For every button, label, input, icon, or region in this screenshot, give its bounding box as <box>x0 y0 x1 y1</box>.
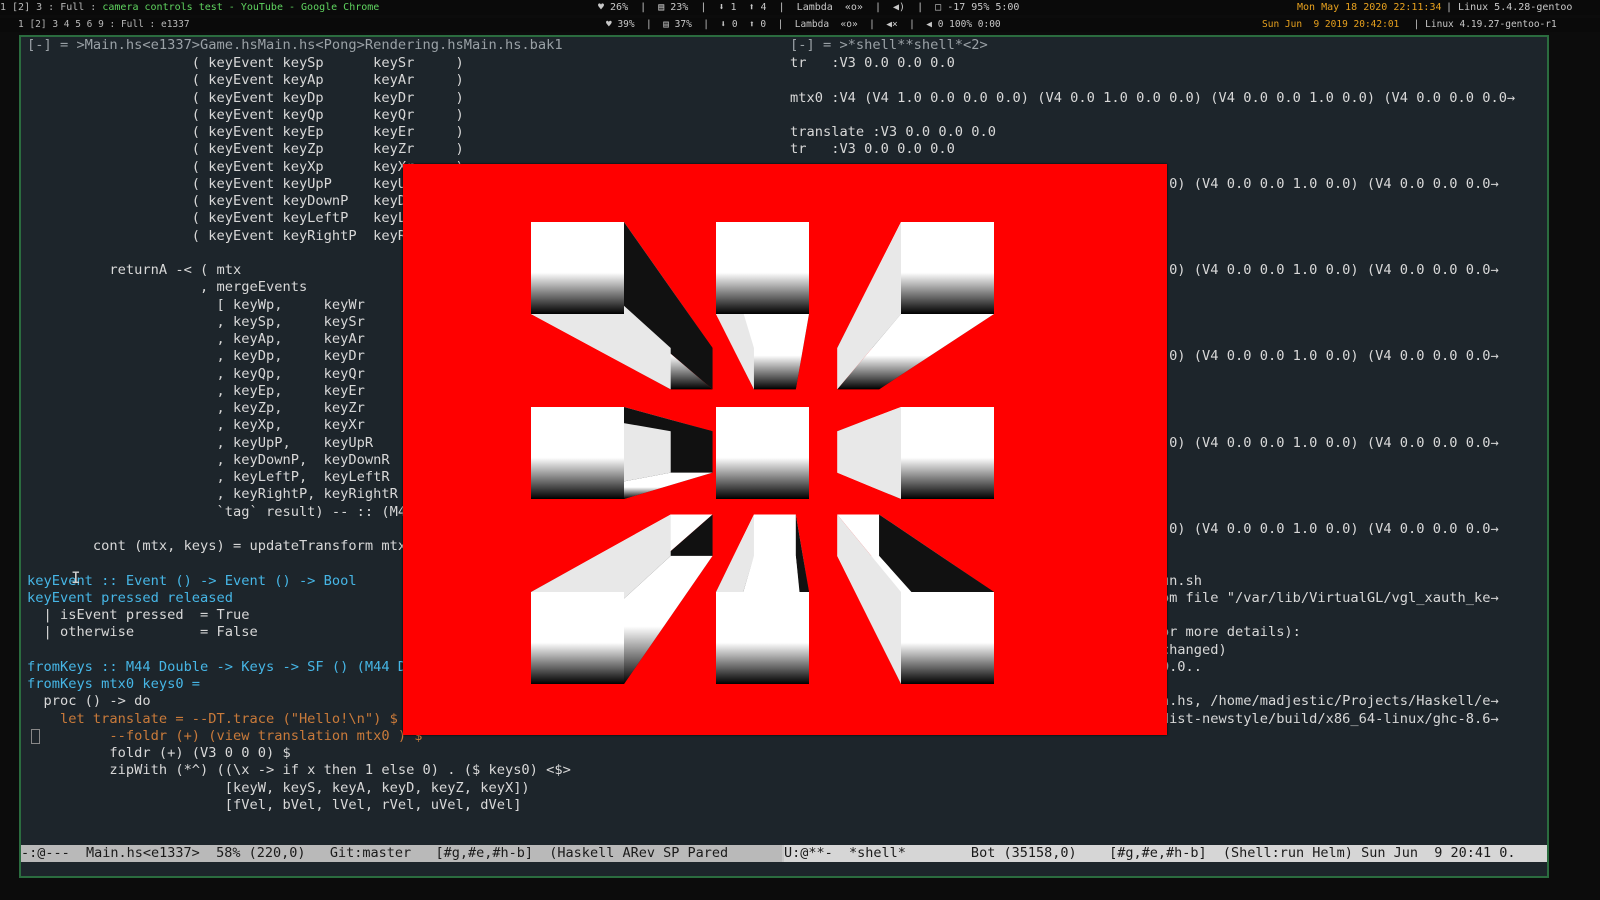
code-line: returnA -< ( mtx <box>27 262 242 278</box>
code-line: ( keyEvent keyAp keyAr ) <box>27 72 464 89</box>
game-window[interactable] <box>403 164 1167 735</box>
game-scene <box>531 222 994 684</box>
code-line: ( keyEvent keyDownP keyDownR ) <box>27 193 464 209</box>
code-line: , keyUpP, keyUpR <box>27 434 374 451</box>
workspace-indicator[interactable]: 1 [2] 3 : Full : <box>0 2 102 13</box>
cube-face <box>716 407 809 499</box>
inner-status-bar: 1 [2] 3 4 5 6 9 : Full : e1337 ♥ 39% | ▤ … <box>0 18 1600 32</box>
code-line: ( keyEvent keyXp keyXr ) <box>27 158 464 175</box>
text-cursor <box>31 729 40 744</box>
code-line: let translate = --DT.trace ("Hello!\n") … <box>27 710 398 727</box>
code-line: , keyZp, keyZr <box>27 400 365 416</box>
shell-line: tr :V3 0.0 0.0 0.0 <box>790 141 955 158</box>
code-line: ( keyEvent keyDp keyDr ) <box>27 89 464 106</box>
top-status-bar: 1 [2] 3 : Full : camera controls test - … <box>0 0 1600 15</box>
system-status: ♥ 26% | ▤ 23% | ⬇ 1 ⬆ 4 | Lambda «o» | ◀… <box>598 2 1020 13</box>
code-line: --foldr (+) (view translation mtx0 ) $ <box>27 727 423 744</box>
left-tab-header[interactable]: [-] = >Main.hs<e1337>Game.hsMain.hs<Pong… <box>27 37 563 54</box>
mouse-ibeam-cursor: I <box>71 568 81 587</box>
code-line: proc () -> do <box>27 693 151 710</box>
inner-kernel-version: | Linux 4.19.27-gentoo-r1 <box>1408 19 1557 30</box>
echo-area[interactable] <box>21 863 1547 876</box>
inner-workspace-indicator: 1 [2] 3 4 5 6 9 : Full : e1337 <box>18 19 190 30</box>
code-line: ( keyEvent keyUpP keyUpR ) <box>27 175 464 192</box>
top-clock: Mon May 18 2020 22:11:34 <box>1297 2 1442 13</box>
right-tab-header[interactable]: [-] = >*shell**shell*<2> <box>790 37 988 54</box>
code-line: , keyXp, keyXr <box>27 417 365 434</box>
cube-face <box>531 592 624 684</box>
cube-grid <box>531 222 994 684</box>
mode-line-left: -:@--- Main.hs<e1337> 58% (220,0) Git:ma… <box>21 845 782 862</box>
cube-face <box>531 222 624 314</box>
code-line: , keyAp, keyAr <box>27 331 365 347</box>
code-line: , keyLeftP, keyLeftR <box>27 469 390 485</box>
code-line: ( keyEvent keySp keySr ) <box>27 55 464 71</box>
code-line: cont (mtx, keys) = updateTransform mtx k… <box>27 538 448 554</box>
code-line: | isEvent pressed = True <box>27 607 250 623</box>
code-line: [ keyWp, keyWr <box>27 296 365 313</box>
cube-side <box>837 407 901 499</box>
code-line: fromKeys :: M44 Double -> Keys -> SF () … <box>27 658 456 675</box>
code-line: fromKeys mtx0 keys0 = <box>27 676 201 692</box>
inner-clock: Sun Jun 9 2019 20:42:01 <box>1262 19 1400 30</box>
code-line: , mergeEvents <box>27 279 308 296</box>
mode-line: -:@--- Main.hs<e1337> 58% (220,0) Git:ma… <box>21 845 1547 862</box>
cube-face <box>716 222 809 314</box>
code-line: , keyEp, keyEr <box>27 382 365 399</box>
code-line: , keyRightP, keyRightR <box>27 486 398 503</box>
cube-face <box>531 407 624 499</box>
code-line: , keyDownP, keyDownR <box>27 451 390 468</box>
cube-face <box>716 592 809 684</box>
code-line: ( keyEvent keyZp keyZr ) <box>27 141 464 158</box>
code-line: foldr (+) (V3 0 0 0) $ <box>27 745 291 761</box>
code-line: zipWith (*^) ((\x -> if x then 1 else 0)… <box>27 762 571 779</box>
code-line: [fVel, bVel, lVel, rVel, uVel, dVel] <box>27 796 522 813</box>
code-line: ( keyEvent keyEp keyEr ) <box>27 124 464 140</box>
cube-face <box>901 222 994 314</box>
inner-system-status: ♥ 39% | ▤ 37% | ⬇ 0 ⬆ 0 | Lambda «o» | ◀… <box>606 19 1001 30</box>
code-line: , keyQp, keyQr <box>27 365 365 382</box>
mode-line-right: U:@**- *shell* Bot (35158,0) [#g,#e,#h-b… <box>784 845 1547 862</box>
shell-line: mtx0 :V4 (V4 1.0 0.0 0.0 0.0) (V4 0.0 1.… <box>790 89 1516 106</box>
code-line: ( keyEvent keyRightP keyRightR ) <box>27 227 464 244</box>
active-window-title: camera controls test - YouTube - Google … <box>102 2 380 13</box>
code-line: [keyW, keyS, keyA, keyD, keyZ, keyX]) <box>27 779 530 796</box>
cube-face <box>901 592 994 684</box>
code-line: ( keyEvent keyQp keyQr ) <box>27 106 464 123</box>
shell-line: translate :V3 0.0 0.0 0.0 <box>790 124 997 140</box>
code-line: | otherwise = False <box>27 624 258 641</box>
code-line: ( keyEvent keyLeftP keyLeftR ) <box>27 210 464 227</box>
code-line: , keySp, keySr <box>27 313 365 330</box>
cube-face <box>901 407 994 499</box>
code-line: , keyDp, keyDr <box>27 348 365 365</box>
shell-line: tr :V3 0.0 0.0 0.0 <box>790 55 955 71</box>
kernel-version: | Linux 5.4.28-gentoo <box>1440 2 1573 13</box>
code-line: keyEvent pressed released <box>27 589 234 606</box>
